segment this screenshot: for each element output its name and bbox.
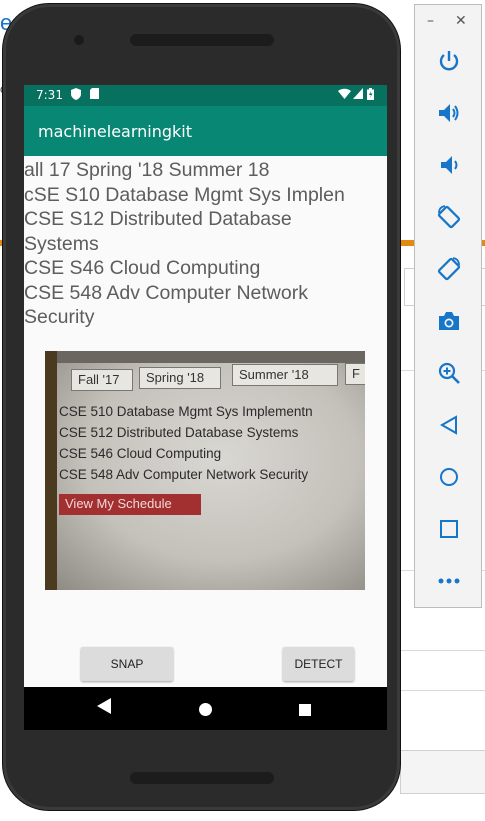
preview-course-line: CSE 546 Cloud Computing (59, 446, 222, 461)
emulator-toolbar: – ✕ (414, 4, 482, 608)
signal-icon (353, 88, 363, 102)
background-divider (400, 690, 485, 691)
preview-course-line: CSE 512 Distributed Database Systems (59, 425, 299, 440)
snap-button[interactable]: SNAP (81, 647, 173, 681)
front-camera (74, 35, 84, 45)
app-bar: machinelearningkit (24, 106, 387, 156)
preview-tab-fall-17: Fall '17 (71, 369, 133, 391)
minimize-icon[interactable]: – (427, 13, 434, 29)
battery-icon (367, 88, 374, 103)
overview-icon[interactable] (433, 513, 465, 545)
app-title: machinelearningkit (38, 122, 193, 141)
camera-icon[interactable] (433, 305, 465, 337)
preview-top-band (57, 351, 365, 363)
top-speaker (130, 34, 274, 46)
shield-icon (71, 88, 81, 103)
preview-course-line: CSE 510 Database Mgmt Sys Implementn (59, 404, 313, 419)
zoom-in-icon[interactable] (433, 357, 465, 389)
power-icon[interactable] (433, 45, 465, 77)
nav-back-icon[interactable] (97, 698, 111, 718)
wifi-icon (338, 88, 351, 102)
preview-course-line: CSE 548 Adv Computer Network Security (59, 467, 309, 482)
more-icon[interactable] (433, 565, 465, 597)
volume-up-icon[interactable] (433, 97, 465, 129)
preview-frame-edge (45, 351, 57, 590)
volume-down-icon[interactable] (433, 149, 465, 181)
navigation-bar (24, 687, 387, 730)
home-icon[interactable] (433, 461, 465, 493)
back-icon[interactable] (433, 409, 465, 441)
detect-button[interactable]: DETECT (283, 647, 354, 681)
phone-frame: 7:31 machinelearningkit all 17 Spring '1… (3, 4, 400, 810)
rotate-left-icon[interactable] (433, 201, 465, 233)
preview-tab-summer-18: Summer '18 (232, 364, 338, 386)
background-divider (400, 650, 485, 651)
bottom-speaker (130, 772, 274, 784)
nav-home-icon[interactable] (199, 701, 212, 720)
close-icon[interactable]: ✕ (455, 13, 467, 29)
nav-overview-icon[interactable] (299, 701, 311, 720)
phone-screen: 7:31 machinelearningkit all 17 Spring '1… (24, 85, 387, 730)
camera-preview-image: Fall '17 Spring '18 Summer '18 F CSE 510… (45, 351, 365, 590)
status-bar: 7:31 (24, 85, 387, 106)
preview-tab-spring-18: Spring '18 (139, 367, 221, 389)
rotate-right-icon[interactable] (433, 253, 465, 285)
status-time: 7:31 (36, 88, 63, 102)
recognized-text-output: all 17 Spring '18 Summer 18 cSE S10 Data… (24, 159, 345, 328)
preview-view-schedule-button: View My Schedule (59, 494, 201, 515)
sd-card-icon (90, 88, 99, 102)
preview-tab-partial: F (345, 363, 365, 385)
background-panel (400, 750, 485, 794)
